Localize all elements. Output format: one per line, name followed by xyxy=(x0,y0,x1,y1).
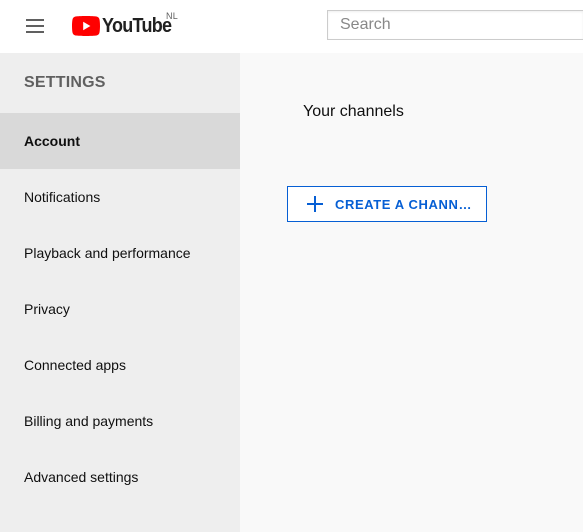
sidebar-item-connected-apps[interactable]: Connected apps xyxy=(0,337,240,393)
sidebar-item-notifications[interactable]: Notifications xyxy=(0,169,240,225)
sidebar-item-label: Connected apps xyxy=(24,357,126,373)
hamburger-menu-icon[interactable] xyxy=(24,17,48,35)
sidebar-item-billing[interactable]: Billing and payments xyxy=(0,393,240,449)
country-code-label: NL xyxy=(166,11,179,21)
sidebar-item-label: Advanced settings xyxy=(24,469,139,485)
search-input[interactable] xyxy=(328,11,583,39)
your-channels-title: Your channels xyxy=(303,103,404,120)
youtube-play-icon xyxy=(72,16,100,36)
sidebar-heading: SETTINGS xyxy=(24,74,106,91)
sidebar-item-playback[interactable]: Playback and performance xyxy=(0,225,240,281)
sidebar-item-label: Playback and performance xyxy=(24,245,191,261)
sidebar-item-account[interactable]: Account xyxy=(0,113,240,169)
main-content: Your channels CREATE A CHANN… xyxy=(240,53,583,532)
create-channel-button[interactable]: CREATE A CHANN… xyxy=(287,186,487,222)
sidebar-item-privacy[interactable]: Privacy xyxy=(0,281,240,337)
logo-wordmark: YouTube xyxy=(102,15,172,37)
plus-icon xyxy=(307,196,323,212)
sidebar-item-label: Privacy xyxy=(24,301,70,317)
sidebar-item-label: Account xyxy=(24,133,80,149)
sidebar-item-label: Notifications xyxy=(24,189,101,205)
sidebar-item-advanced[interactable]: Advanced settings xyxy=(0,449,240,505)
create-channel-label: CREATE A CHANN… xyxy=(335,196,473,212)
top-bar: YouTube NL xyxy=(0,0,583,53)
settings-sidebar: SETTINGS Account Notifications Playback … xyxy=(0,53,240,532)
sidebar-item-label: Billing and payments xyxy=(24,413,154,429)
youtube-logo[interactable]: YouTube xyxy=(72,13,179,39)
search-box[interactable] xyxy=(327,10,583,40)
